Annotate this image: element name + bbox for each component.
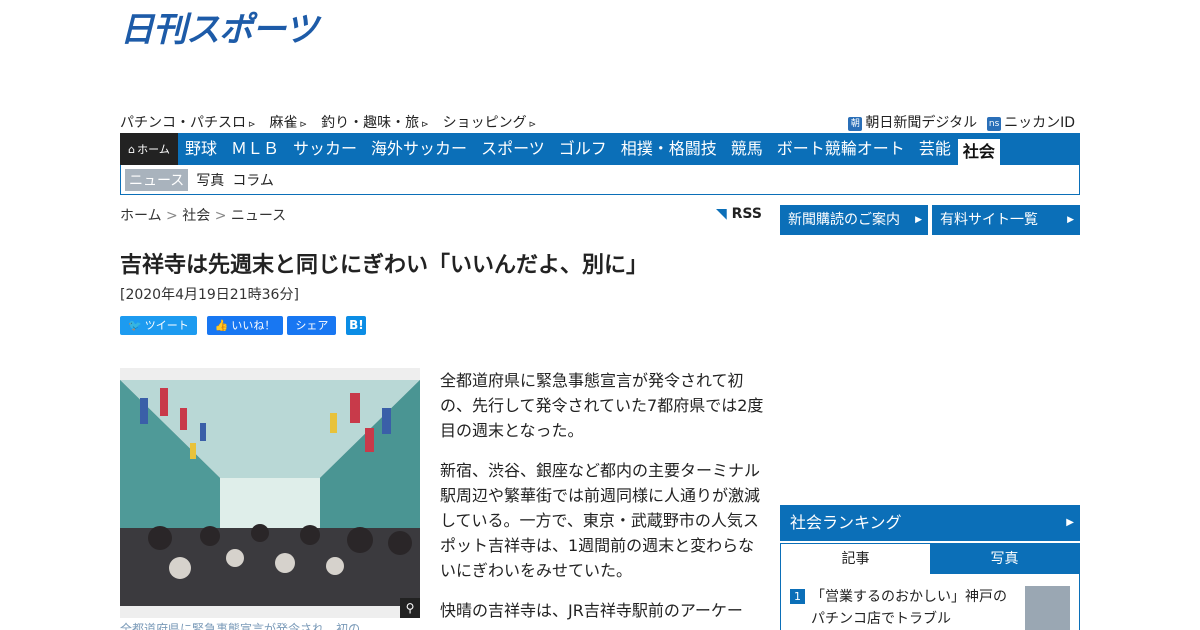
arrow-right-icon: ▶ xyxy=(915,215,922,225)
arrow-right-icon: ▶ xyxy=(1067,215,1074,225)
nav-soccer[interactable]: サッカー xyxy=(286,133,364,165)
top-links: パチンコ・パチスロ ⊳ 麻雀 ⊳ 釣り・趣味・旅 ⊳ ショッピング ⊳ xyxy=(120,112,536,132)
toplink-fishing[interactable]: 釣り・趣味・旅 ⊳ xyxy=(321,112,429,132)
nav-society[interactable]: 社会 xyxy=(957,139,1000,165)
nav-mlb[interactable]: ＭＬＢ xyxy=(224,133,286,165)
thumbs-up-icon: 👍 xyxy=(214,319,229,332)
article-paragraph: 全都道府県に緊急事態宣言が発令されて初の、先行して発令されていた7都府県では2度… xyxy=(440,371,764,440)
subnav-column[interactable]: コラム xyxy=(232,170,274,190)
tab-photos[interactable]: 写真 xyxy=(930,544,1079,574)
rss-icon: ◥ xyxy=(716,206,727,222)
hatena-bookmark-button[interactable]: B! xyxy=(346,316,367,335)
share-button[interactable]: シェア xyxy=(287,316,337,335)
rank-thumbnail xyxy=(1025,586,1070,630)
tab-articles[interactable]: 記事 xyxy=(781,544,930,574)
nav-sumo[interactable]: 相撲・格闘技 xyxy=(614,133,724,165)
ranking-header[interactable]: 社会ランキング ▶ xyxy=(780,505,1080,541)
article-title: 吉祥寺は先週末と同じにぎわい「いいんだよ、別に」 xyxy=(120,253,649,278)
toplink-mahjong[interactable]: 麻雀 ⊳ xyxy=(270,112,308,132)
rss-link[interactable]: ◥ RSS xyxy=(716,206,762,222)
paid-sites-button[interactable]: 有料サイト一覧 ▶ xyxy=(932,205,1080,235)
tweet-button[interactable]: 🐦 ツイート xyxy=(120,316,197,335)
nav-golf[interactable]: ゴルフ xyxy=(552,133,614,165)
toplink-shopping[interactable]: ショッピング ⊳ xyxy=(443,112,537,132)
ranking-item[interactable]: 1 「営業するのおかしい」神戸のパチンコ店でトラブル xyxy=(790,586,1070,630)
nikkan-id-link[interactable]: ns ニッカンID xyxy=(987,112,1075,132)
social-buttons: 🐦 ツイート 👍 いいね！ シェア B! xyxy=(120,316,367,335)
crumb-home[interactable]: ホーム xyxy=(120,208,162,224)
nav-horse-racing[interactable]: 競馬 xyxy=(724,133,770,165)
twitter-icon: 🐦 xyxy=(128,319,142,332)
nav-entertainment[interactable]: 芸能 xyxy=(912,133,958,165)
nav-overseas-soccer[interactable]: 海外サッカー xyxy=(364,133,474,165)
breadcrumb: ホーム > 社会 > ニュース xyxy=(120,208,287,224)
subnav-news[interactable]: ニュース xyxy=(125,168,189,191)
article-body: 全都道府県に緊急事態宣言が発令されて初の、先行して発令されていた7都府県では2度… xyxy=(440,368,765,630)
partner-links: 朝朝日新聞デジタル ns ニッカンID xyxy=(848,112,1075,132)
nav-boat-racing[interactable]: ボート競輪オート xyxy=(770,133,912,165)
asahi-digital-link[interactable]: 朝朝日新聞デジタル xyxy=(848,112,977,132)
crumb-news: ニュース xyxy=(230,208,287,224)
subnav-photos[interactable]: 写真 xyxy=(196,170,224,190)
rank-title: 「営業するのおかしい」神戸のパチンコ店でトラブル xyxy=(811,589,1007,627)
photo-caption: 全都道府県に緊急事態宣言が発令され、初の xyxy=(120,622,361,630)
article-paragraph: 新宿、渋谷、銀座など都内の主要ターミナル駅周辺や繁華街では前週同様に人通りが激減… xyxy=(440,461,761,580)
nikkan-id-icon: ns xyxy=(987,117,1002,131)
arrow-right-icon: ▶ xyxy=(1066,517,1074,528)
subscription-button[interactable]: 新聞購読のご案内 ▶ xyxy=(780,205,928,235)
rank-number: 1 xyxy=(790,589,805,604)
nav-home[interactable]: ⌂ ホーム xyxy=(120,133,178,165)
nav-baseball[interactable]: 野球 xyxy=(178,133,224,165)
toplink-pachinko[interactable]: パチンコ・パチスロ ⊳ xyxy=(120,112,256,132)
site-logo[interactable]: 日刊スポーツ xyxy=(120,10,318,50)
nav-sports[interactable]: スポーツ xyxy=(474,133,552,165)
sub-nav: ニュース 写真 コラム xyxy=(120,165,1080,195)
arcade-photo-image xyxy=(120,380,420,606)
ranking-panel: 記事 写真 1 「営業するのおかしい」神戸のパチンコ店でトラブル xyxy=(780,543,1080,630)
crumb-society[interactable]: 社会 xyxy=(182,208,210,224)
article-paragraph: 快晴の吉祥寺は、JR吉祥寺駅前のアーケー xyxy=(440,601,743,620)
article-photo[interactable]: ⚲ xyxy=(120,368,420,618)
article-date: [2020年4月19日21時36分] xyxy=(120,287,299,303)
home-icon: ⌂ xyxy=(128,142,136,156)
like-button[interactable]: 👍 いいね！ xyxy=(206,316,284,335)
zoom-icon[interactable]: ⚲ xyxy=(400,598,420,618)
main-nav: ⌂ ホーム 野球 ＭＬＢ サッカー 海外サッカー スポーツ ゴルフ 相撲・格闘技 … xyxy=(120,133,1080,165)
asahi-icon: 朝 xyxy=(848,117,863,131)
